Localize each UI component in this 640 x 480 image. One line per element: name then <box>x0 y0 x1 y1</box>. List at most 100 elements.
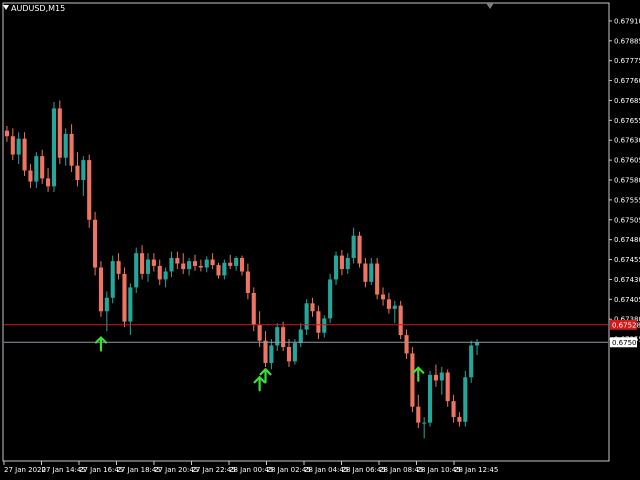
candle <box>339 250 344 276</box>
candle-body <box>69 133 74 166</box>
price-tick: 0.67655 <box>609 117 640 125</box>
candle-body <box>298 329 303 344</box>
candle-body <box>210 259 215 266</box>
candle <box>322 315 327 338</box>
candle <box>445 369 450 407</box>
price-tick: 0.67885 <box>609 37 640 45</box>
candle-body <box>145 259 151 274</box>
candle <box>93 211 98 276</box>
price-tick-label: 0.67505 <box>614 216 640 224</box>
candle <box>281 321 286 352</box>
price-tick-label: 0.67405 <box>614 296 640 304</box>
candle <box>198 259 203 272</box>
svg-text:0.67506: 0.67506 <box>612 339 640 347</box>
candle <box>134 247 139 293</box>
price-tick: 0.67760 <box>609 77 640 85</box>
candle <box>175 251 180 270</box>
candle-body <box>416 406 421 423</box>
candle <box>469 340 474 383</box>
price-tick: 0.67685 <box>609 97 640 105</box>
price-chart[interactable]: 0.67910 0.67885 0.67775 0.67760 0.67685 0.676… <box>0 0 640 480</box>
candle-body <box>357 235 362 264</box>
candle-body <box>222 262 227 276</box>
candle <box>416 394 421 429</box>
price-tick: 0.67630 <box>609 137 640 145</box>
candle-body <box>63 133 68 158</box>
candle-body <box>81 160 86 180</box>
candle <box>234 256 239 271</box>
price-tick: 0.67455 <box>609 256 640 264</box>
candle <box>228 254 233 270</box>
candle <box>10 128 15 161</box>
candle-body <box>316 311 321 333</box>
bid-price-label: 0.67506 <box>610 337 640 348</box>
candle <box>192 254 198 271</box>
price-axis[interactable]: 0.67910 0.67885 0.67775 0.67760 0.67685 0.676… <box>609 17 640 348</box>
price-tick: 0.67580 <box>609 177 640 185</box>
candle <box>310 297 315 317</box>
price-tick-label: 0.67760 <box>614 77 640 85</box>
price-tick: 0.67430 <box>609 276 640 284</box>
candle <box>46 168 51 192</box>
symbol-title[interactable]: AUDUSD,M15 <box>3 4 65 13</box>
candle <box>69 124 74 173</box>
candle <box>275 323 280 352</box>
candle <box>87 154 92 228</box>
candle-body <box>404 335 409 354</box>
svg-text:0.67528: 0.67528 <box>612 321 640 329</box>
candle <box>345 253 350 274</box>
candle-body <box>457 417 462 422</box>
price-tick-label: 0.67685 <box>614 97 640 105</box>
candle <box>427 370 433 427</box>
candle-body <box>427 374 433 423</box>
candle <box>433 364 438 387</box>
candle-body <box>410 353 415 407</box>
candle <box>222 259 227 280</box>
price-tick-label: 0.67630 <box>614 137 640 145</box>
candle-body <box>192 261 198 266</box>
candle <box>63 128 68 166</box>
chart-shift-marker-icon[interactable] <box>486 3 494 9</box>
candle <box>140 245 145 280</box>
candle <box>16 132 21 165</box>
price-tick: 0.67605 <box>609 157 640 165</box>
candle-body <box>4 130 9 137</box>
candle <box>316 305 321 340</box>
candle <box>451 394 456 423</box>
candle-body <box>369 263 374 282</box>
candle <box>463 370 468 427</box>
candle-body <box>204 259 209 268</box>
candle-body <box>134 253 139 288</box>
candle <box>181 253 186 274</box>
candle <box>4 125 9 142</box>
candle <box>404 329 409 359</box>
candle <box>169 251 174 278</box>
time-axis[interactable]: 27 Jan 202027 Jan 14:4527 Jan 16:4527 Ja… <box>3 461 498 474</box>
candle <box>439 366 444 395</box>
menu-triangle-icon[interactable] <box>3 5 9 10</box>
candle-body <box>40 156 45 179</box>
candle-body <box>433 374 438 381</box>
price-tick: 0.67910 <box>609 17 640 25</box>
symbol-title-text: AUDUSD,M15 <box>11 4 66 13</box>
candle-body <box>16 138 21 155</box>
price-tick-label: 0.67555 <box>614 196 640 204</box>
candle <box>422 417 427 439</box>
candle <box>98 261 104 317</box>
candle <box>163 267 168 288</box>
candle-body <box>28 170 33 182</box>
candle-body <box>75 165 80 180</box>
candle <box>239 255 245 276</box>
chart-window[interactable]: 0.67910 0.67885 0.67775 0.67760 0.67685 0.676… <box>0 0 640 480</box>
candle-body <box>181 263 186 270</box>
candle-body <box>10 136 15 155</box>
candle <box>363 257 368 288</box>
candle-body <box>51 108 57 187</box>
candle-body <box>345 257 350 270</box>
candle <box>57 100 62 165</box>
candle <box>392 300 397 324</box>
time-tick-label: 28 Jan 12:45 <box>454 466 498 474</box>
candle <box>475 339 480 355</box>
price-tick-label: 0.67605 <box>614 157 640 165</box>
candle <box>110 255 115 304</box>
